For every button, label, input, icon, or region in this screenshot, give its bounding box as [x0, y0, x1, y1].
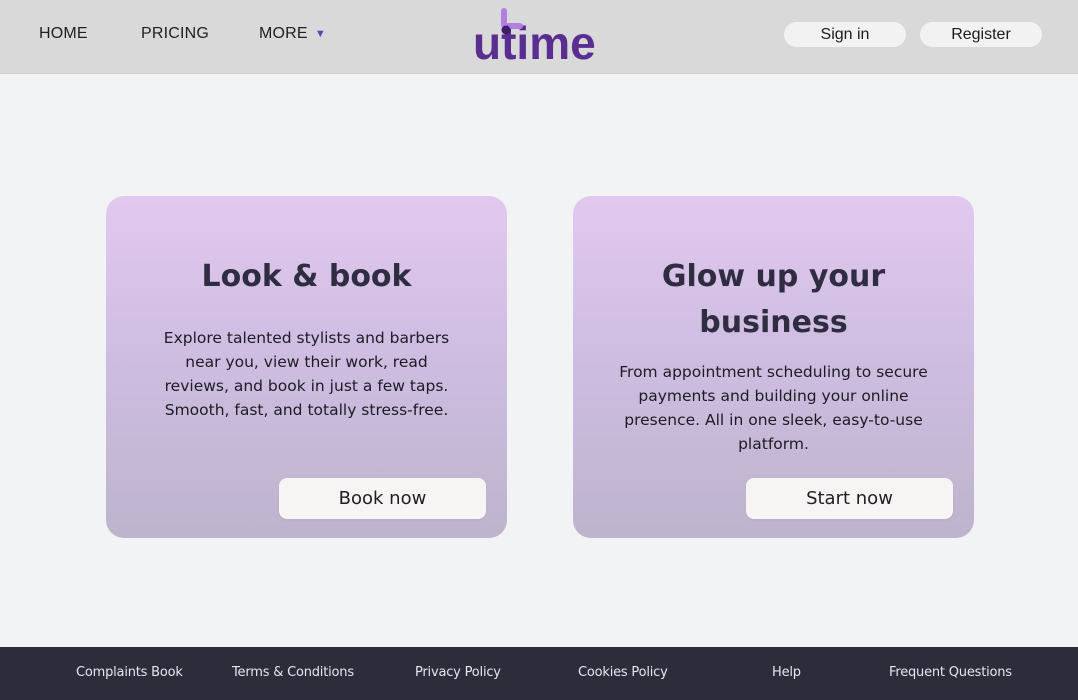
footer-link-complaints-book[interactable]: Complaints Book	[76, 665, 183, 680]
glow-up-business-card: Glow up your business From appointment s…	[573, 196, 974, 538]
footer-link-help[interactable]: Help	[772, 665, 801, 680]
caret-down-icon: ▼	[314, 27, 326, 40]
footer: Complaints Book Terms & Conditions Priva…	[0, 647, 1078, 700]
card-title: Look & book	[201, 259, 412, 294]
nav-home-link[interactable]: HOME	[39, 25, 88, 43]
book-now-button[interactable]: Book now	[279, 478, 486, 519]
card-description: Explore talented stylists and barbers ne…	[163, 329, 450, 419]
logo-text: utime	[473, 17, 596, 64]
card-title: Glow up your business	[661, 259, 886, 340]
footer-link-privacy[interactable]: Privacy Policy	[415, 665, 501, 680]
nav-more-dropdown[interactable]: MORE ▼	[259, 25, 326, 43]
nav-more-label: MORE	[259, 25, 308, 42]
nav-pricing-link[interactable]: PRICING	[141, 25, 209, 43]
look-and-book-card: Look & book Explore talented stylists an…	[106, 196, 507, 538]
footer-link-faq[interactable]: Frequent Questions	[889, 665, 1012, 680]
register-button[interactable]: Register	[920, 22, 1042, 47]
footer-link-terms[interactable]: Terms & Conditions	[232, 665, 354, 680]
footer-link-cookies[interactable]: Cookies Policy	[578, 665, 668, 680]
top-navbar: HOME PRICING MORE ▼ utime Sign in Regist…	[0, 0, 1078, 74]
start-now-button[interactable]: Start now	[746, 478, 953, 519]
sign-in-button[interactable]: Sign in	[784, 22, 906, 47]
card-description: From appointment scheduling to secure pa…	[619, 363, 928, 453]
utime-logo[interactable]: utime	[470, 4, 610, 64]
